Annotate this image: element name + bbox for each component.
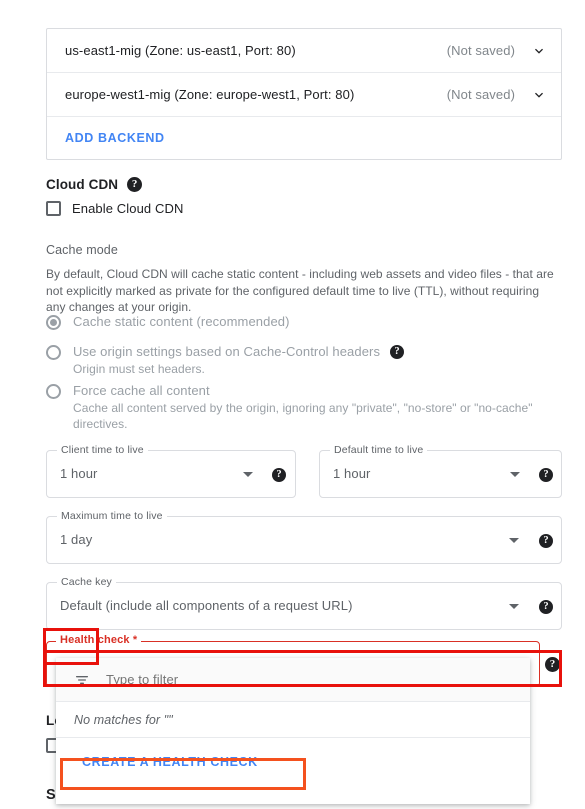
default-ttl-value: 1 hour bbox=[333, 466, 371, 481]
page-root: us-east1-mig (Zone: us-east1, Port: 80) … bbox=[0, 0, 585, 809]
chevron-down-icon[interactable] bbox=[510, 472, 520, 477]
radio-use-origin-settings[interactable]: Use origin settings based on Cache-Contr… bbox=[46, 344, 405, 377]
radio-label-text: Force cache all content bbox=[73, 383, 210, 398]
radio-force-cache-all-content[interactable]: Force cache all content Cache all conten… bbox=[46, 383, 543, 432]
create-health-check-button[interactable]: CREATE A HEALTH CHECK bbox=[56, 738, 530, 785]
help-icon[interactable]: ? bbox=[127, 177, 143, 192]
cloud-cdn-title: Cloud CDN bbox=[46, 177, 119, 192]
maximum-ttl-label: Maximum time to live bbox=[57, 510, 167, 522]
status-badge: (Not saved) bbox=[446, 87, 515, 102]
cache-key-value: Default (include all components of a req… bbox=[60, 598, 353, 613]
table-row[interactable]: europe-west1-mig (Zone: europe-west1, Po… bbox=[47, 73, 561, 117]
radio-label: Force cache all content bbox=[73, 383, 543, 398]
chevron-down-icon[interactable] bbox=[531, 43, 547, 59]
client-ttl-label: Client time to live bbox=[57, 444, 148, 456]
dropdown-filter-row bbox=[56, 658, 530, 702]
health-check-dropdown-panel: No matches for "" CREATE A HEALTH CHECK bbox=[56, 658, 530, 804]
add-backend-row: ADD BACKEND bbox=[47, 117, 561, 159]
help-icon[interactable]: ? bbox=[272, 468, 286, 482]
radio-description: Origin must set headers. bbox=[73, 362, 205, 376]
radio-button[interactable] bbox=[46, 315, 61, 330]
backends-card: us-east1-mig (Zone: us-east1, Port: 80) … bbox=[46, 28, 562, 160]
filter-list-icon bbox=[74, 672, 90, 688]
chevron-down-icon[interactable] bbox=[243, 472, 253, 477]
radio-button[interactable] bbox=[46, 345, 61, 360]
health-check-label: Health check * bbox=[56, 634, 142, 646]
enable-cloud-cdn-row[interactable]: Enable Cloud CDN bbox=[46, 201, 183, 216]
cache-mode-description: By default, Cloud CDN will cache static … bbox=[46, 267, 554, 314]
client-ttl-value: 1 hour bbox=[60, 466, 98, 481]
dropdown-panel-tail bbox=[56, 785, 530, 804]
chevron-down-icon[interactable] bbox=[509, 604, 519, 609]
radio-description: Cache all content served by the origin, … bbox=[73, 401, 533, 431]
radio-label-text: Use origin settings based on Cache-Contr… bbox=[73, 344, 381, 359]
enable-cloud-cdn-checkbox[interactable] bbox=[46, 201, 61, 216]
help-icon[interactable]: ? bbox=[545, 657, 560, 672]
radio-label: Cache static content (recommended) bbox=[73, 314, 290, 329]
backend-name: us-east1-mig (Zone: us-east1, Port: 80) bbox=[65, 43, 296, 58]
maximum-ttl-field[interactable]: Maximum time to live 1 day ? bbox=[46, 510, 562, 564]
enable-cloud-cdn-label: Enable Cloud CDN bbox=[72, 201, 184, 216]
radio-button[interactable] bbox=[46, 384, 61, 399]
help-icon[interactable]: ? bbox=[539, 468, 553, 482]
client-ttl-field[interactable]: Client time to live 1 hour ? bbox=[46, 444, 296, 498]
chevron-down-icon[interactable] bbox=[509, 538, 519, 543]
radio-label-text: Cache static content (recommended) bbox=[73, 314, 290, 329]
default-ttl-field[interactable]: Default time to live 1 hour ? bbox=[319, 444, 562, 498]
default-ttl-label: Default time to live bbox=[330, 444, 428, 456]
help-icon[interactable]: ? bbox=[390, 344, 405, 359]
help-icon[interactable]: ? bbox=[539, 534, 553, 548]
dropdown-filter-input[interactable] bbox=[106, 672, 512, 687]
chevron-down-icon[interactable] bbox=[531, 87, 547, 103]
cache-key-label: Cache key bbox=[57, 576, 116, 588]
status-badge: (Not saved) bbox=[446, 43, 515, 58]
radio-cache-static-content[interactable]: Cache static content (recommended) bbox=[46, 314, 290, 330]
backend-name: europe-west1-mig (Zone: europe-west1, Po… bbox=[65, 87, 355, 102]
help-icon[interactable]: ? bbox=[539, 600, 553, 614]
dropdown-no-matches: No matches for "" bbox=[56, 702, 530, 738]
table-row[interactable]: us-east1-mig (Zone: us-east1, Port: 80) … bbox=[47, 29, 561, 73]
radio-label: Use origin settings based on Cache-Contr… bbox=[73, 344, 405, 359]
cache-mode-label: Cache mode bbox=[46, 243, 118, 257]
cloud-cdn-heading: Cloud CDN ? bbox=[46, 177, 143, 192]
cache-key-field[interactable]: Cache key Default (include all component… bbox=[46, 576, 562, 630]
maximum-ttl-value: 1 day bbox=[60, 532, 93, 547]
add-backend-button[interactable]: ADD BACKEND bbox=[65, 131, 165, 145]
